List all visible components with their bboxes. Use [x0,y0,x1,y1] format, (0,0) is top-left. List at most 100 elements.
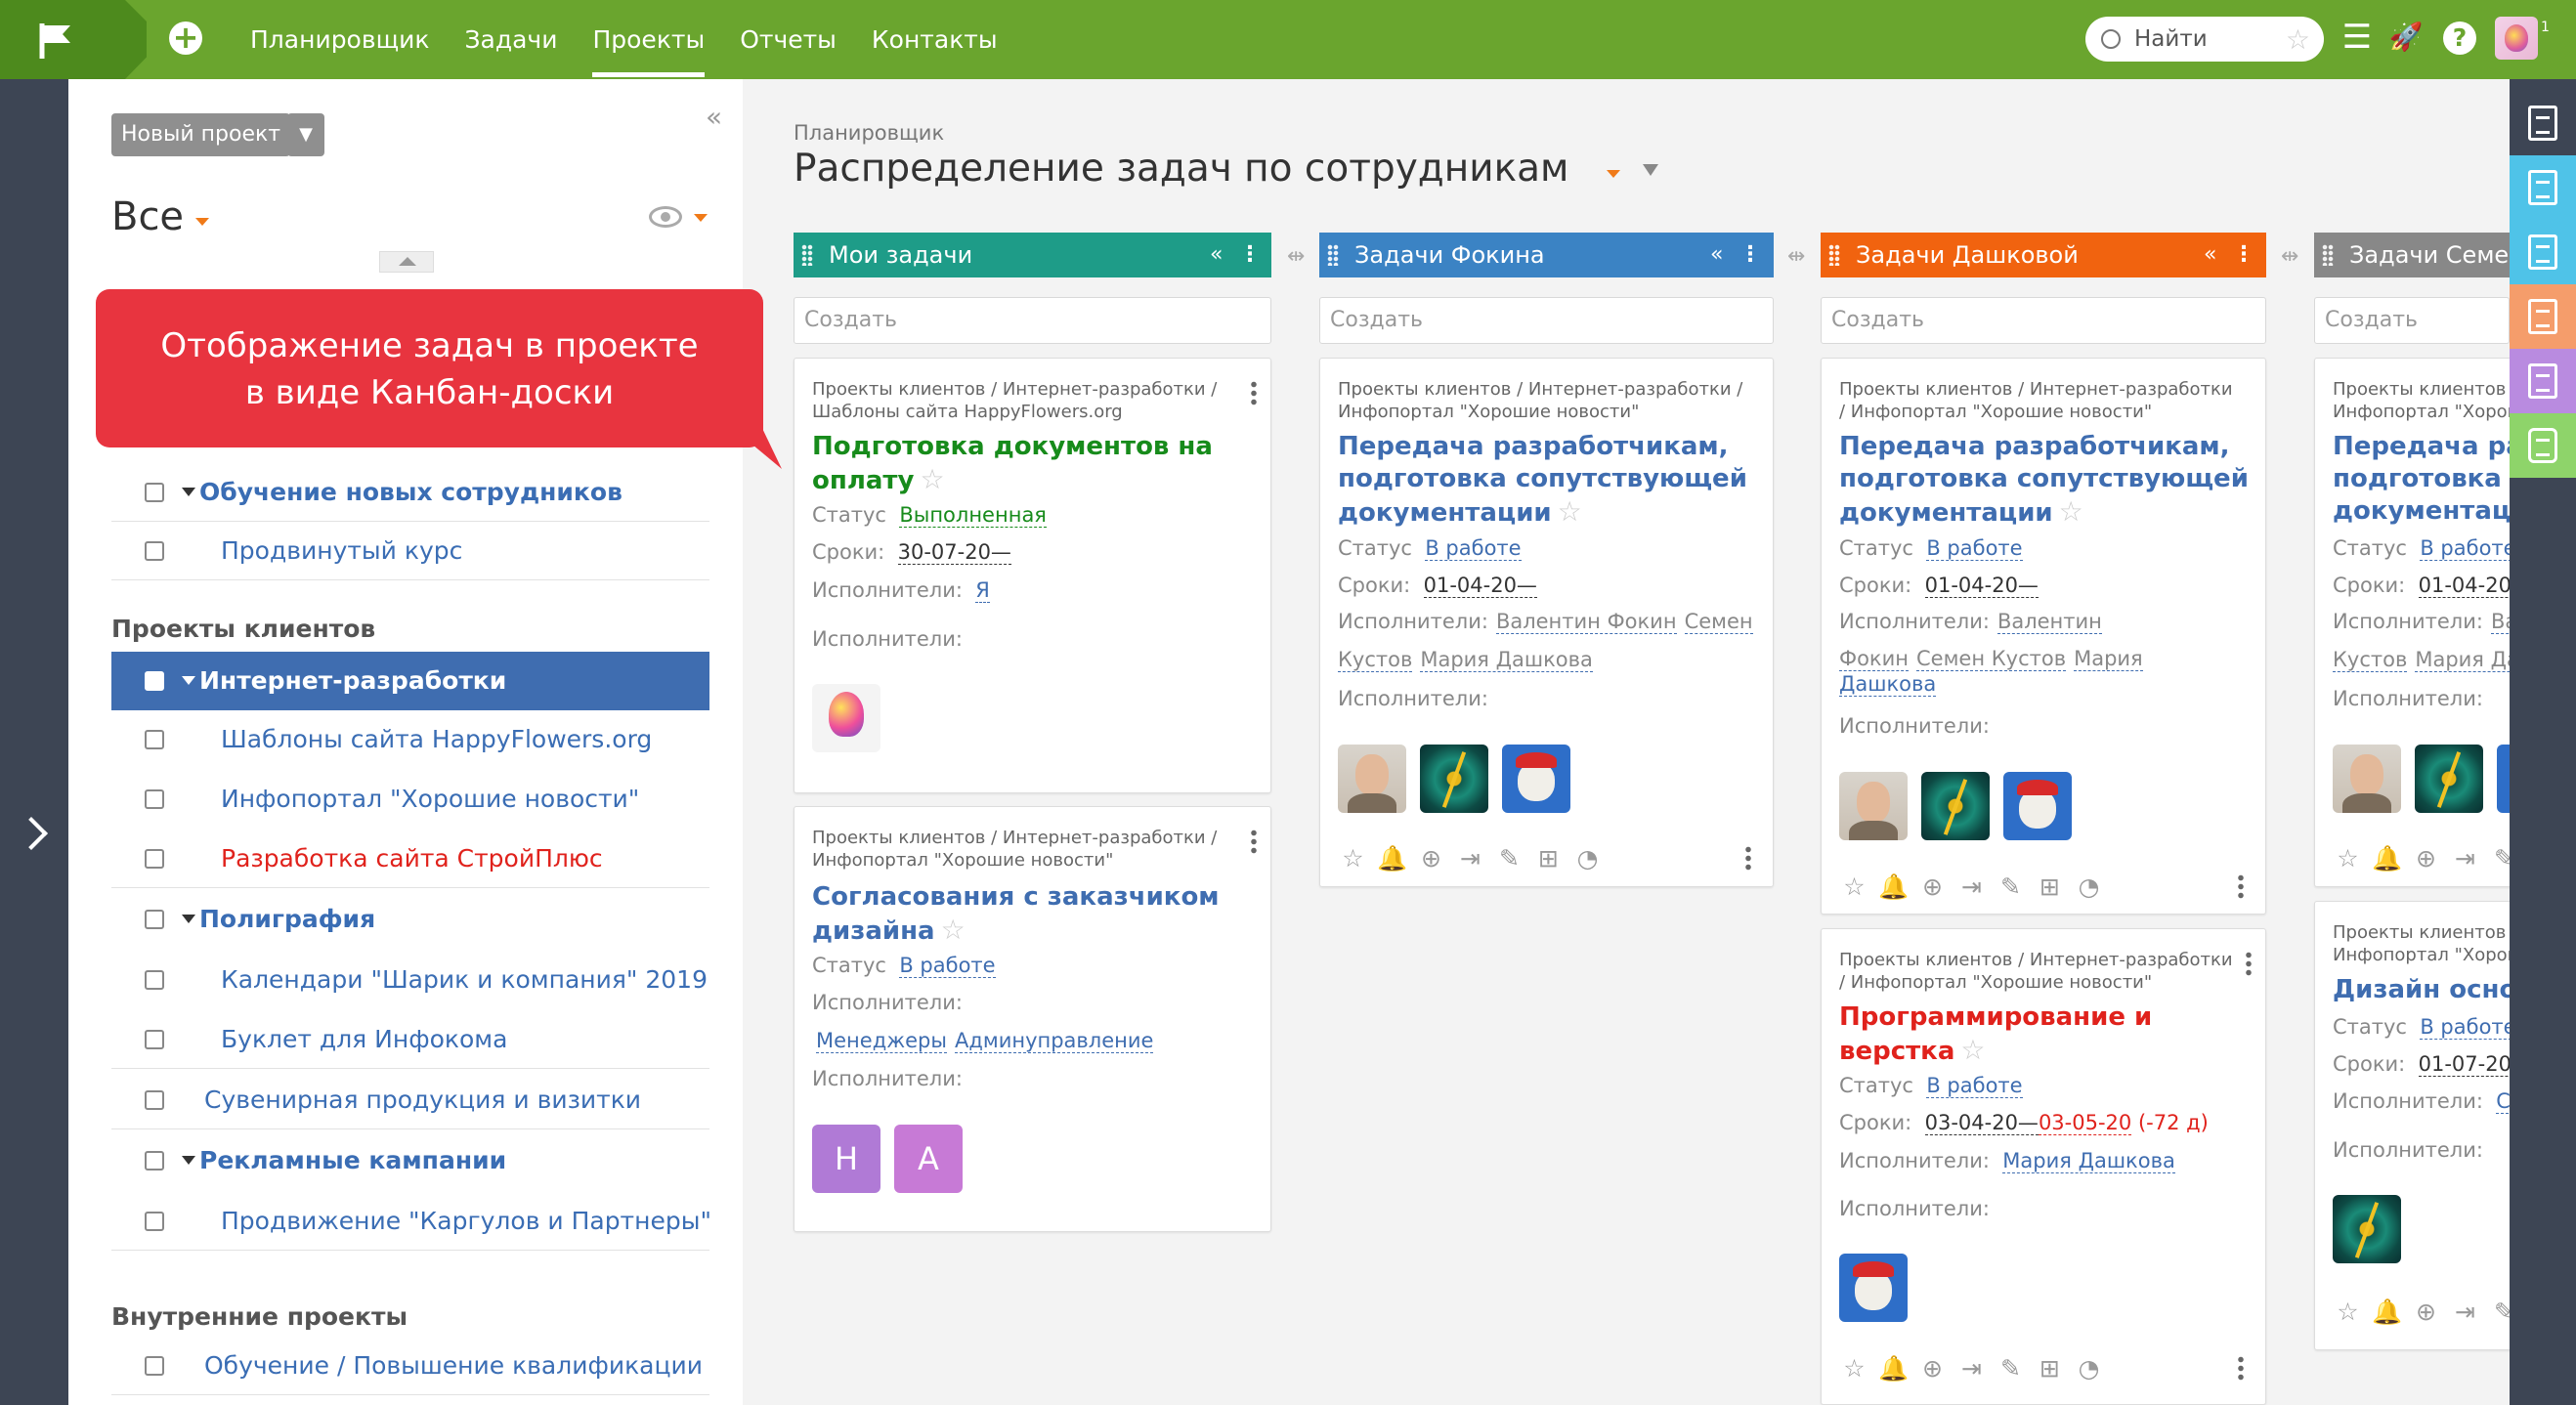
assignee-link[interactable]: Семен Кустов [1916,647,2067,671]
checkbox[interactable] [145,730,164,749]
column-menu-icon[interactable]: ⋮ [2233,233,2254,277]
avatar[interactable] [2415,745,2483,813]
tree-row[interactable]: Продвинутый курс [111,522,709,580]
card-menu-icon[interactable] [2246,951,2252,976]
star-icon[interactable]: ☆ [1558,495,1582,528]
deadline-value[interactable]: 01-04-20— [1924,574,2039,598]
status-value[interactable]: В работе [2420,536,2516,561]
drag-handle-icon[interactable] [1828,244,1840,266]
avatar[interactable] [1839,772,1908,840]
tree-row[interactable]: Обучение новых сотрудников [111,463,709,522]
add-subtask-icon[interactable]: ⊞ [2035,873,2065,902]
tree-row[interactable]: Интернет-разработки [111,652,709,710]
add-circle-icon[interactable]: ⊕ [1917,1354,1948,1384]
task-card[interactable]: Проекты клиентов / Интернет-разработки /… [1319,358,1774,887]
tree-row[interactable]: Календари "Шарик и компания" 2019 [111,951,709,1009]
card-menu-icon[interactable] [1745,845,1751,871]
assignee-link[interactable]: Семен [1684,610,1753,634]
create-task-input[interactable]: Создать [1821,297,2266,344]
deadline-start[interactable]: 03-04-20— [1924,1111,2039,1135]
column-menu-icon[interactable]: ⋮ [1739,233,1761,277]
task-card[interactable]: Проекты клиентов / Интернет-разработки /… [794,358,1271,793]
status-value[interactable]: В работе [1926,1074,2023,1098]
column-header[interactable]: Задачи Фокина « ⋮ [1319,233,1774,277]
assignee-link[interactable]: Кустов [1338,648,1413,672]
progress-icon[interactable]: ◔ [1572,844,1603,873]
checkbox[interactable] [145,1090,164,1110]
expand-triangle-icon[interactable] [182,1156,195,1165]
assignee-link[interactable]: Валентин [1996,610,2102,634]
chat-icon[interactable] [2510,413,2576,478]
tree-row[interactable]: Рекламные кампании [111,1131,709,1190]
eye-caret-icon[interactable] [694,214,708,222]
assignee-link[interactable]: Кустов [2333,648,2408,672]
card-menu-icon[interactable] [1251,380,1257,405]
breadcrumb[interactable]: Планировщик [794,121,944,145]
group-link[interactable]: Админуправление [954,1029,1154,1053]
assignee-link[interactable]: Валентин Фокин [1495,610,1677,634]
status-value[interactable]: В работе [899,954,996,978]
create-task-input[interactable]: Создать [1319,297,1774,344]
help-icon[interactable]: ? [2443,21,2476,55]
expand-arrow-icon[interactable] [15,817,48,850]
add-circle-icon[interactable]: ⊕ [2411,844,2441,873]
bell-icon[interactable]: 🔔 [2372,1298,2402,1327]
assignee-value[interactable]: Я [975,578,990,603]
edit-icon[interactable]: ✎ [1996,873,2026,902]
assignee-link[interactable]: Мария Дашкова [1420,648,1593,672]
add-subtask-icon[interactable]: ⊞ [1533,844,1564,873]
tree-row[interactable]: Инфопортал "Хорошие новости" [111,770,709,829]
checkbox[interactable] [145,1356,164,1376]
filter-icon[interactable] [1643,164,1658,176]
move-icon[interactable]: ⇥ [2450,1298,2480,1327]
nav-reports[interactable]: Отчеты [722,0,854,79]
assignee-link[interactable]: Фокин [1839,647,1909,671]
resize-icon[interactable]: ⇹ [1787,244,1805,269]
contacts-icon[interactable] [2510,284,2576,349]
assignee-link[interactable]: Мария [2074,647,2143,671]
add-circle-icon[interactable]: ⊕ [2411,1298,2441,1327]
progress-icon[interactable]: ◔ [2074,873,2104,902]
move-icon[interactable]: ⇥ [2450,844,2480,873]
column-header[interactable]: Мои задачи « ⋮ [794,233,1271,277]
deadline-value[interactable]: 30-07-20— [897,540,1011,565]
card-title[interactable]: Передача разработчикам, подготовка сопут… [1338,431,1747,530]
star-icon[interactable]: ☆ [2286,23,2310,56]
task-card[interactable]: Проекты клиентов / Интернет-разработки /… [1821,358,2266,915]
edit-icon[interactable]: ✎ [1996,1354,2026,1384]
move-icon[interactable]: ⇥ [1956,873,1987,902]
nav-tasks[interactable]: Задачи [447,0,575,79]
star-icon[interactable]: ☆ [1839,873,1869,902]
deadline-value[interactable]: 01-04-20— [1423,574,1537,598]
menu-icon[interactable]: ☰ [2338,18,2377,57]
clipboard-icon[interactable] [2510,220,2576,284]
checkbox[interactable] [145,1212,164,1231]
task-card[interactable]: Проекты клиентов / Интернет-разработки /… [794,806,1271,1232]
column-header[interactable]: Задачи Дашковой « ⋮ [1821,233,2266,277]
new-project-button[interactable]: Новый проект [111,113,291,156]
checkbox[interactable] [145,910,164,929]
star-icon[interactable]: ☆ [920,463,944,495]
collapse-column-icon[interactable]: « [2204,233,2216,277]
task-card[interactable]: Проекты клиентов / Интернет-разработки /… [2314,358,2529,887]
logo[interactable] [0,0,147,79]
title-caret-icon[interactable] [1607,170,1620,178]
column-menu-icon[interactable]: ⋮ [1239,233,1261,277]
checkbox[interactable] [145,1030,164,1049]
filter-caret-icon[interactable] [195,218,209,226]
star-icon[interactable]: ☆ [1338,844,1368,873]
card-menu-icon[interactable] [2238,873,2244,899]
card-title[interactable]: Согласования с заказчиком дизайна ☆ [812,881,1220,948]
move-icon[interactable]: ⇥ [1956,1354,1987,1384]
expand-triangle-icon[interactable] [182,676,195,685]
checkbox[interactable] [145,849,164,869]
checkbox[interactable] [145,541,164,561]
status-value[interactable]: В работе [1926,536,2023,561]
checkbox[interactable] [145,483,164,502]
create-task-input[interactable]: Создать [794,297,1271,344]
notes-icon[interactable] [2510,91,2576,155]
avatar[interactable] [1338,745,1406,813]
expand-triangle-icon[interactable] [182,915,195,923]
status-value[interactable]: Выполненная [899,503,1047,528]
bell-icon[interactable]: 🔔 [1377,844,1407,873]
